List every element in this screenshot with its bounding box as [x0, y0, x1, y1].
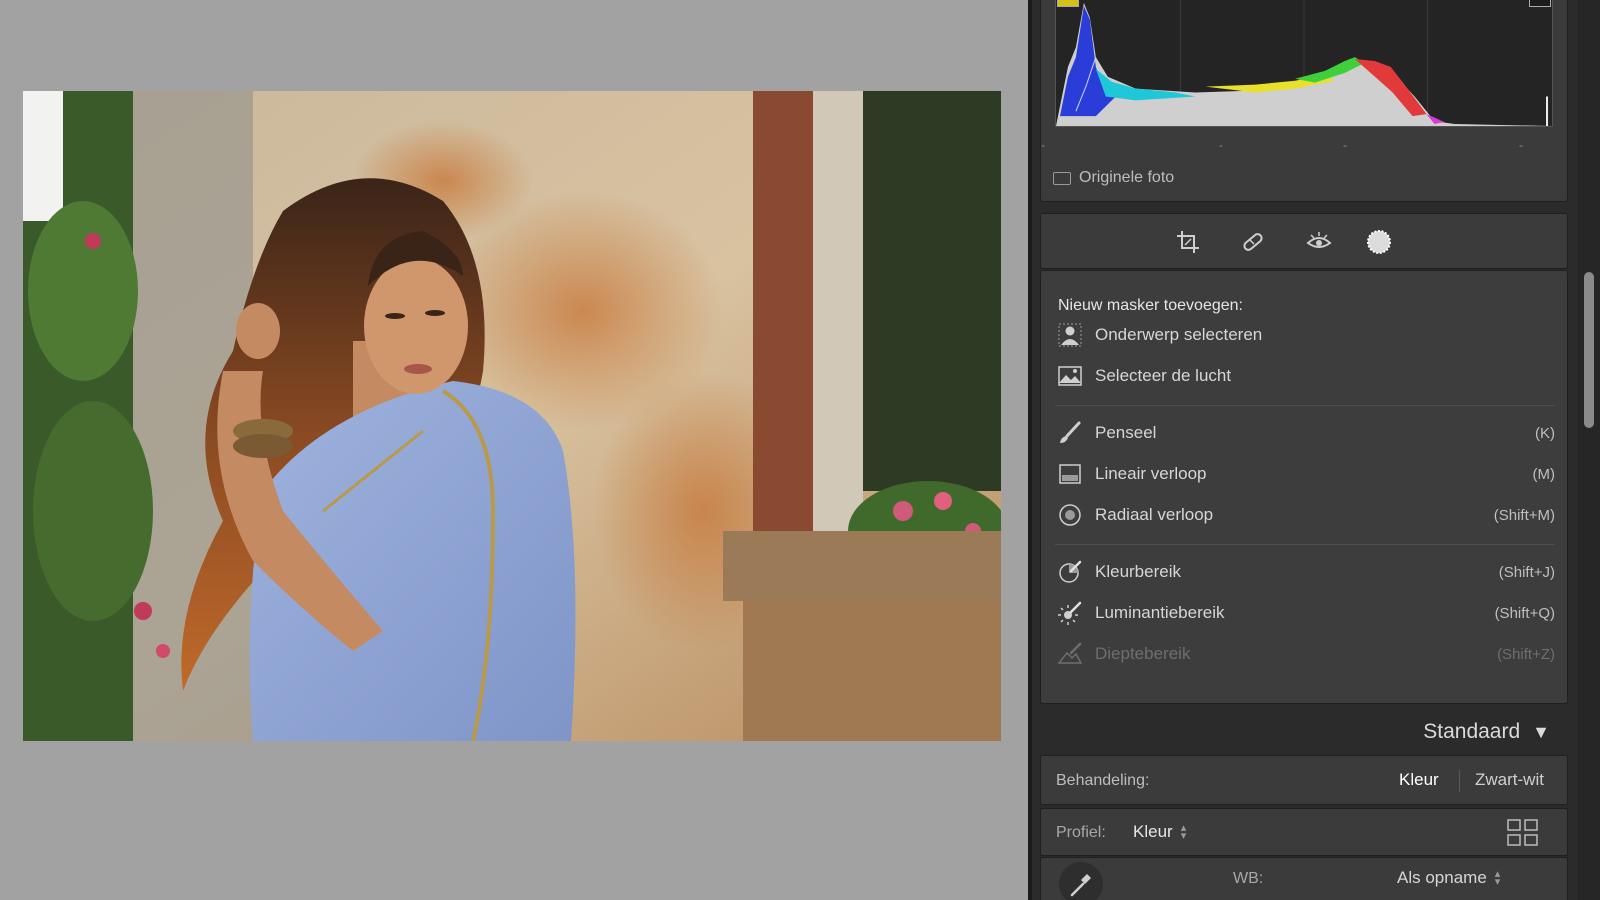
- histogram-tick: -: [1519, 138, 1523, 152]
- depth-range-icon: [1057, 642, 1083, 664]
- basic-panel-title: Standaard: [1423, 720, 1521, 743]
- histogram-graph: [1056, 0, 1552, 126]
- wb-label: WB:: [1233, 870, 1264, 887]
- histogram-tick: -: [1219, 138, 1223, 152]
- crop-icon: [1177, 231, 1199, 253]
- histogram-tick: -: [1041, 138, 1045, 152]
- treatment-color-button[interactable]: Kleur: [1399, 770, 1439, 790]
- updown-chevron-icon: ▴ ▾: [1180, 822, 1187, 842]
- mask-item-shortcut: (K): [1535, 424, 1555, 442]
- mask-select-sky[interactable]: Selecteer de lucht: [1055, 358, 1555, 394]
- mask-item-shortcut: (M): [1532, 465, 1556, 483]
- color-range-icon: [1059, 560, 1082, 583]
- original-photo-checkbox[interactable]: [1053, 171, 1071, 185]
- brush-icon: [1060, 421, 1081, 443]
- mask-menu-divider: [1055, 544, 1555, 545]
- portrait-photo: [23, 91, 1001, 741]
- mask-item-label: Lineair verloop: [1095, 464, 1207, 483]
- mask-select-subject[interactable]: Onderwerp selecteren: [1055, 317, 1555, 353]
- profile-value: Kleur: [1133, 822, 1173, 841]
- subject-icon: [1058, 323, 1082, 347]
- masking-icon: [1367, 230, 1391, 254]
- radial-gradient-icon: [1059, 504, 1081, 526]
- masking-tool-button[interactable]: [1363, 226, 1395, 258]
- red-eye-icon: [1306, 232, 1332, 248]
- white-balance-row: WB: Als opname ▴ ▾: [1040, 857, 1568, 900]
- mask-item-label: Kleurbereik: [1095, 562, 1181, 581]
- mask-item-label: Radiaal verloop: [1095, 505, 1214, 524]
- mask-item-shortcut: (Shift+M): [1493, 506, 1555, 524]
- new-mask-title: Nieuw masker toevoegen:: [1058, 297, 1243, 314]
- mask-item-label: Onderwerp selecteren: [1095, 325, 1263, 344]
- mask-linear-gradient[interactable]: Lineair verloop (M): [1055, 456, 1555, 492]
- basic-panel-header[interactable]: Standaard ▼: [1028, 712, 1572, 752]
- crop-tool-button[interactable]: [1172, 226, 1204, 258]
- treatment-divider: [1459, 770, 1460, 792]
- treatment-label: Behandeling:: [1056, 772, 1150, 789]
- mask-luminance-range[interactable]: Luminantiebereik (Shift+Q): [1055, 595, 1555, 631]
- treatment-row: Behandeling: Kleur Zwart-wit: [1040, 755, 1568, 805]
- profile-row: Profiel: Kleur ▴ ▾: [1040, 808, 1568, 856]
- mask-brush[interactable]: Penseel (K): [1055, 415, 1555, 451]
- profile-browser-icon[interactable]: [1507, 819, 1539, 847]
- wb-select[interactable]: Als opname ▴ ▾: [1397, 868, 1500, 888]
- tool-strip: [1040, 213, 1568, 269]
- mask-radial-gradient[interactable]: Radiaal verloop (Shift+M): [1055, 497, 1555, 533]
- mask-item-shortcut: (Shift+Q): [1494, 604, 1555, 622]
- mask-depth-range: Dieptebereik (Shift+Z): [1055, 636, 1555, 672]
- new-mask-menu: Nieuw masker toevoegen: Onderwerp select…: [1040, 270, 1568, 704]
- collapse-triangle-icon[interactable]: ▼: [1532, 722, 1550, 743]
- profile-select[interactable]: Kleur ▴ ▾: [1133, 822, 1186, 842]
- photo-preview[interactable]: [23, 91, 1001, 741]
- mask-item-label: Dieptebereik: [1095, 644, 1191, 663]
- healing-tool-button[interactable]: [1237, 226, 1269, 258]
- scrollbar-thumb[interactable]: [1584, 272, 1594, 428]
- eyedropper-icon: [1070, 874, 1091, 897]
- highlight-clipping-indicator[interactable]: [1529, 0, 1551, 7]
- mask-menu-divider: [1055, 405, 1555, 406]
- mask-item-label: Penseel: [1095, 423, 1157, 442]
- linear-gradient-icon: [1059, 464, 1081, 484]
- healing-icon: [1243, 233, 1263, 251]
- histogram[interactable]: [1055, 0, 1553, 127]
- profile-label: Profiel:: [1056, 824, 1106, 841]
- mask-item-shortcut: (Shift+Z): [1497, 645, 1555, 663]
- panel-scrollbar[interactable]: [1578, 0, 1600, 900]
- wb-value: Als opname: [1397, 868, 1487, 887]
- shadow-clipping-indicator[interactable]: [1057, 0, 1079, 7]
- updown-chevron-icon: ▴ ▾: [1494, 868, 1501, 888]
- original-photo-toggle[interactable]: Originele foto: [1053, 169, 1174, 187]
- mask-item-label: Selecteer de lucht: [1095, 366, 1232, 385]
- wb-eyedropper-button[interactable]: [1059, 862, 1103, 900]
- mask-item-shortcut: (Shift+J): [1498, 563, 1555, 581]
- treatment-bw-button[interactable]: Zwart-wit: [1475, 770, 1544, 790]
- sky-icon: [1058, 366, 1082, 386]
- photo-canvas[interactable]: [0, 0, 1028, 900]
- red-eye-tool-button[interactable]: [1303, 226, 1335, 258]
- histogram-tick: -: [1343, 138, 1347, 152]
- mask-color-range[interactable]: Kleurbereik (Shift+J): [1055, 554, 1555, 590]
- histogram-panel: - - - - Originele foto: [1040, 0, 1568, 202]
- original-photo-label: Originele foto: [1079, 169, 1175, 186]
- luminance-range-icon: [1058, 601, 1082, 625]
- mask-item-label: Luminantiebereik: [1095, 603, 1225, 622]
